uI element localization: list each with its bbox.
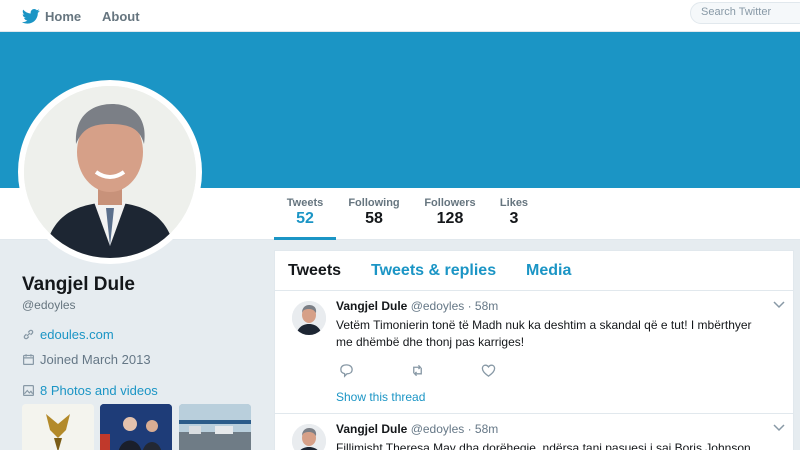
person-portrait-icon <box>24 86 196 258</box>
search-input[interactable]: Search Twitter <box>690 2 800 24</box>
retweet-button[interactable] <box>410 363 425 383</box>
nav-about[interactable]: About <box>102 0 140 32</box>
emblem-image <box>22 404 94 450</box>
heart-icon <box>481 364 496 377</box>
tweet-avatar[interactable] <box>292 424 326 450</box>
media-thumbnail[interactable] <box>100 404 172 450</box>
avatar-photo <box>24 86 196 258</box>
reply-icon <box>340 364 353 378</box>
photo-image <box>179 404 251 450</box>
tweet-header: Vangjel Dule @edoyles · 58m <box>336 422 498 436</box>
image-icon <box>23 385 34 396</box>
photo-image <box>100 404 172 450</box>
person-portrait-icon <box>292 424 326 450</box>
tweet-actions <box>339 363 552 383</box>
chevron-down-icon[interactable] <box>773 424 785 432</box>
tweet-avatar[interactable] <box>292 301 326 335</box>
tweet-text-line: Fillimisht Theresa May dha dorëheqje, nd… <box>336 441 751 450</box>
media-thumbnail[interactable] <box>179 404 251 450</box>
profile-name[interactable]: Vangjel Dule <box>22 274 135 296</box>
stat-following[interactable]: Following 58 <box>344 188 404 240</box>
stat-value: 52 <box>296 210 314 227</box>
profile-handle: @edoyles <box>22 298 76 312</box>
joined-text: Joined March 2013 <box>40 352 151 367</box>
stat-value: 128 <box>436 210 464 227</box>
stat-label: Followers <box>424 197 476 209</box>
tweet-meta: @edoyles · 58m <box>410 422 499 436</box>
tweet-text: Vetëm Timonierin tonë të Madh nuk ka des… <box>336 317 776 351</box>
profile-website[interactable]: edoules.com <box>22 327 114 342</box>
tab-media[interactable]: Media <box>526 262 571 280</box>
tweet-header: Vangjel Dule @edoyles · 58m <box>336 299 498 313</box>
timeline-tabs: Tweets Tweets & replies Media <box>275 251 793 291</box>
profile-avatar[interactable] <box>18 80 202 264</box>
stat-value: 58 <box>365 210 383 227</box>
stat-tweets[interactable]: Tweets 52 <box>274 188 336 240</box>
stat-label: Tweets <box>286 197 324 209</box>
media-thumbnail[interactable] <box>22 404 94 450</box>
photos-videos-link[interactable]: 8 Photos and videos <box>22 383 158 398</box>
tweet-author[interactable]: Vangjel Dule <box>336 299 407 313</box>
twitter-bird-icon <box>22 8 40 24</box>
tweet-meta: @edoyles · 58m <box>410 299 499 313</box>
photos-label[interactable]: 8 Photos and videos <box>40 383 158 398</box>
like-button[interactable] <box>481 363 496 383</box>
tweet[interactable]: Vangjel Dule @edoyles · 58m Fillimisht T… <box>275 414 793 450</box>
tab-tweets-replies[interactable]: Tweets & replies <box>371 262 496 280</box>
tweet-text: Fillimisht Theresa May dha dorëheqje, nd… <box>336 440 776 450</box>
person-portrait-icon <box>292 301 326 335</box>
nav-home-label: Home <box>45 8 82 24</box>
retweet-icon <box>413 364 422 377</box>
link-icon <box>23 329 34 340</box>
profile-joined: Joined March 2013 <box>22 352 151 367</box>
tab-tweets[interactable]: Tweets <box>288 262 341 280</box>
tweet-text-line: me dhëmbë dhe thonj pas karriges! <box>336 335 525 349</box>
timeline: Tweets Tweets & replies Media Vangjel Du… <box>274 250 794 450</box>
tweet-text-line: Vetëm Timonierin tonë të Madh nuk ka des… <box>336 318 752 332</box>
top-navigation: Home About Search Twitter <box>0 0 800 32</box>
nav-home[interactable]: Home <box>22 0 81 32</box>
tweet[interactable]: Vangjel Dule @edoyles · 58m Vetëm Timoni… <box>275 291 793 414</box>
chevron-down-icon[interactable] <box>773 301 785 309</box>
stat-followers[interactable]: Followers 128 <box>418 188 482 240</box>
tweet-author[interactable]: Vangjel Dule <box>336 422 407 436</box>
website-link[interactable]: edoules.com <box>40 327 114 342</box>
reply-button[interactable] <box>339 363 354 383</box>
profile-sidebar: Vangjel Dule @edoyles edoules.com Joined… <box>0 241 262 450</box>
stat-likes[interactable]: Likes 3 <box>494 188 534 240</box>
show-thread-link[interactable]: Show this thread <box>336 390 425 404</box>
stat-value: 3 <box>509 210 519 227</box>
stat-label: Following <box>348 197 400 209</box>
nav-about-label: About <box>102 8 140 24</box>
calendar-icon <box>23 354 34 365</box>
stat-label: Likes <box>499 197 529 209</box>
